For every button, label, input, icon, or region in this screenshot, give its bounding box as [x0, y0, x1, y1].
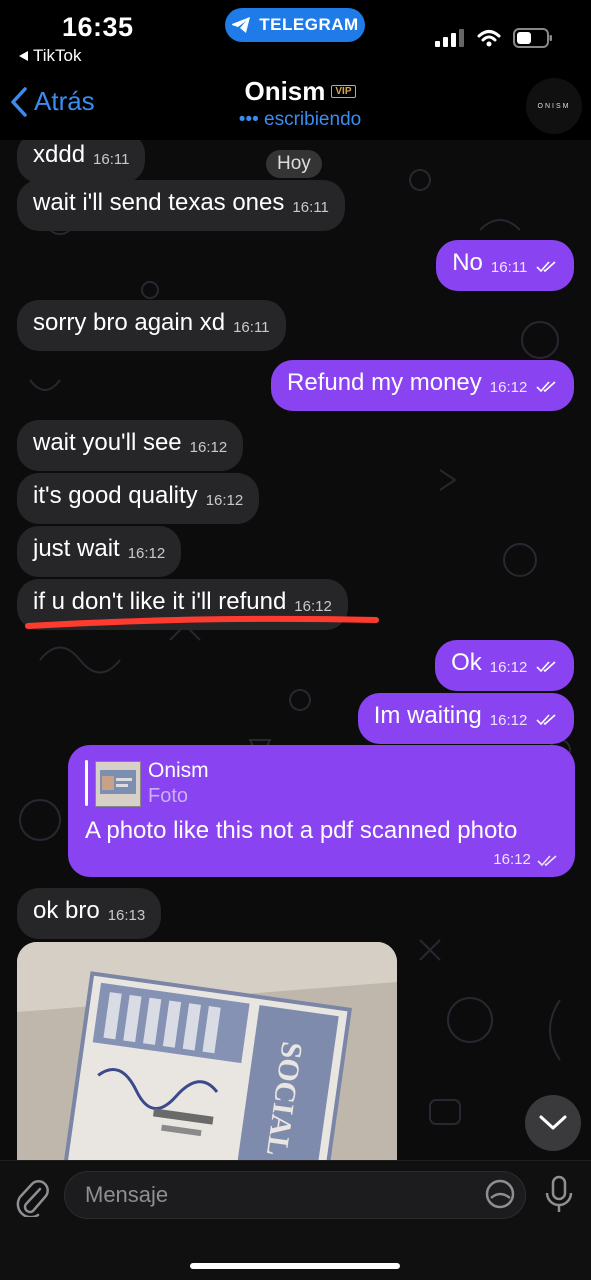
chevron-left-icon	[11, 86, 27, 117]
signal-icon	[435, 29, 464, 47]
message-text: it's good quality	[33, 482, 198, 509]
message-text: Im waiting	[373, 702, 482, 729]
message-time: 16:12	[189, 439, 228, 456]
message-time: 16:11	[292, 199, 329, 216]
telegram-icon	[232, 17, 251, 33]
message-bubble-outgoing[interactable]: Refund my money 16:12	[271, 360, 574, 411]
message-bubble-incoming[interactable]: xddd 16:11	[17, 140, 146, 183]
chat-title: Onism	[244, 76, 326, 106]
microphone-icon[interactable]	[543, 1175, 575, 1215]
message-time: 16:12	[493, 851, 531, 868]
back-button[interactable]: Atrás	[10, 86, 95, 117]
system-icons	[435, 28, 553, 48]
read-checkmarks-icon	[536, 714, 556, 726]
composer-bar	[0, 1160, 591, 1280]
message-time: 16:11	[490, 259, 528, 276]
wifi-icon	[477, 30, 501, 47]
message-time: 16:12	[489, 379, 528, 396]
message-bubble-incoming[interactable]: wait i'll send texas ones 16:11	[17, 180, 345, 231]
paperclip-icon[interactable]	[14, 1177, 50, 1217]
message-text: xddd	[33, 141, 86, 168]
message-bubble-outgoing[interactable]: Im waiting 16:12	[357, 693, 574, 744]
home-indicator	[190, 1263, 400, 1269]
message-text: A photo like this not a pdf scanned phot…	[85, 817, 518, 844]
vip-badge: VIP	[331, 85, 356, 98]
read-checkmarks-icon	[536, 381, 556, 393]
pill-label: TELEGRAM	[259, 15, 359, 34]
message-bubble-outgoing-reply[interactable]: Onism Foto A photo like this not a pdf s…	[68, 745, 575, 877]
message-time: 16:12	[127, 545, 166, 562]
scroll-down-button[interactable]	[525, 1095, 581, 1151]
message-bubble-incoming[interactable]: it's good quality 16:12	[17, 473, 260, 524]
thumbnail-image	[96, 762, 140, 806]
message-time: 16:12	[294, 598, 332, 615]
message-time: 16:12	[489, 712, 528, 729]
message-time: 16:13	[107, 907, 146, 924]
avatar[interactable]: ONISM	[526, 78, 582, 134]
back-triangle-icon	[19, 51, 28, 61]
message-text: just wait	[33, 535, 120, 562]
message-text: No	[452, 249, 483, 276]
clock: 16:35	[62, 12, 134, 42]
reply-quoted-name: Onism	[148, 759, 209, 782]
message-time: 16:12	[489, 659, 528, 676]
date-chip: Hoy	[266, 150, 322, 178]
chat-title-area[interactable]: Onism VIP ••• escribiendo	[200, 76, 400, 131]
telegram-pill[interactable]: TELEGRAM	[225, 8, 365, 42]
message-text: Ok	[451, 649, 482, 676]
message-time: 16:11	[233, 319, 270, 336]
photo-content: SOCIAL	[17, 942, 397, 1160]
message-text: sorry bro again xd	[33, 309, 226, 336]
photo-message[interactable]: SOCIAL	[17, 942, 397, 1160]
typing-status: ••• escribiendo	[238, 109, 362, 130]
message-text: ok bro	[33, 897, 100, 924]
message-input[interactable]	[64, 1171, 526, 1219]
reply-quoted-kind: Foto	[148, 785, 189, 807]
reply-photo-thumbnail[interactable]	[95, 761, 141, 807]
message-time: 16:12	[205, 492, 244, 509]
read-checkmarks-icon	[536, 261, 556, 273]
back-app-label: TikTok	[33, 46, 82, 65]
chat-header: Atrás Onism VIP ••• escribiendo ONISM	[0, 70, 591, 140]
message-bubble-incoming[interactable]: wait you'll see 16:12	[17, 420, 244, 471]
red-underline-annotation	[25, 615, 379, 629]
battery-icon	[513, 28, 552, 48]
message-text: if u don't like it i'll refund	[33, 588, 287, 615]
message-time: 16:11	[93, 151, 130, 168]
message-bubble-incoming[interactable]: just wait 16:12	[17, 526, 182, 577]
status-bar: 16:35 TikTok TELEGRAM	[0, 0, 591, 70]
message-bubble-incoming[interactable]: ok bro 16:13	[17, 888, 162, 939]
read-checkmarks-icon	[537, 855, 557, 867]
message-bubble-incoming[interactable]: sorry bro again xd 16:11	[17, 300, 286, 351]
message-time-with-checks: 16:12	[493, 851, 559, 868]
sticker-icon[interactable]	[484, 1178, 516, 1210]
message-bubble-outgoing[interactable]: No 16:11	[436, 240, 574, 291]
message-list[interactable]: Hoy xddd 16:11 wait i'll send texas ones 1…	[0, 140, 591, 1160]
message-bubble-outgoing[interactable]: Ok 16:12	[435, 640, 574, 691]
avatar-logo-text: ONISM	[537, 102, 571, 110]
message-text: wait i'll send texas ones	[33, 189, 285, 216]
reply-quote-bar	[85, 760, 88, 806]
read-checkmarks-icon	[536, 661, 556, 673]
chevron-down-icon	[539, 1115, 567, 1130]
back-label: Atrás	[34, 86, 95, 116]
message-text: Refund my money	[287, 369, 482, 396]
back-to-app[interactable]: TikTok	[18, 46, 82, 66]
message-text: wait you'll see	[33, 429, 182, 456]
